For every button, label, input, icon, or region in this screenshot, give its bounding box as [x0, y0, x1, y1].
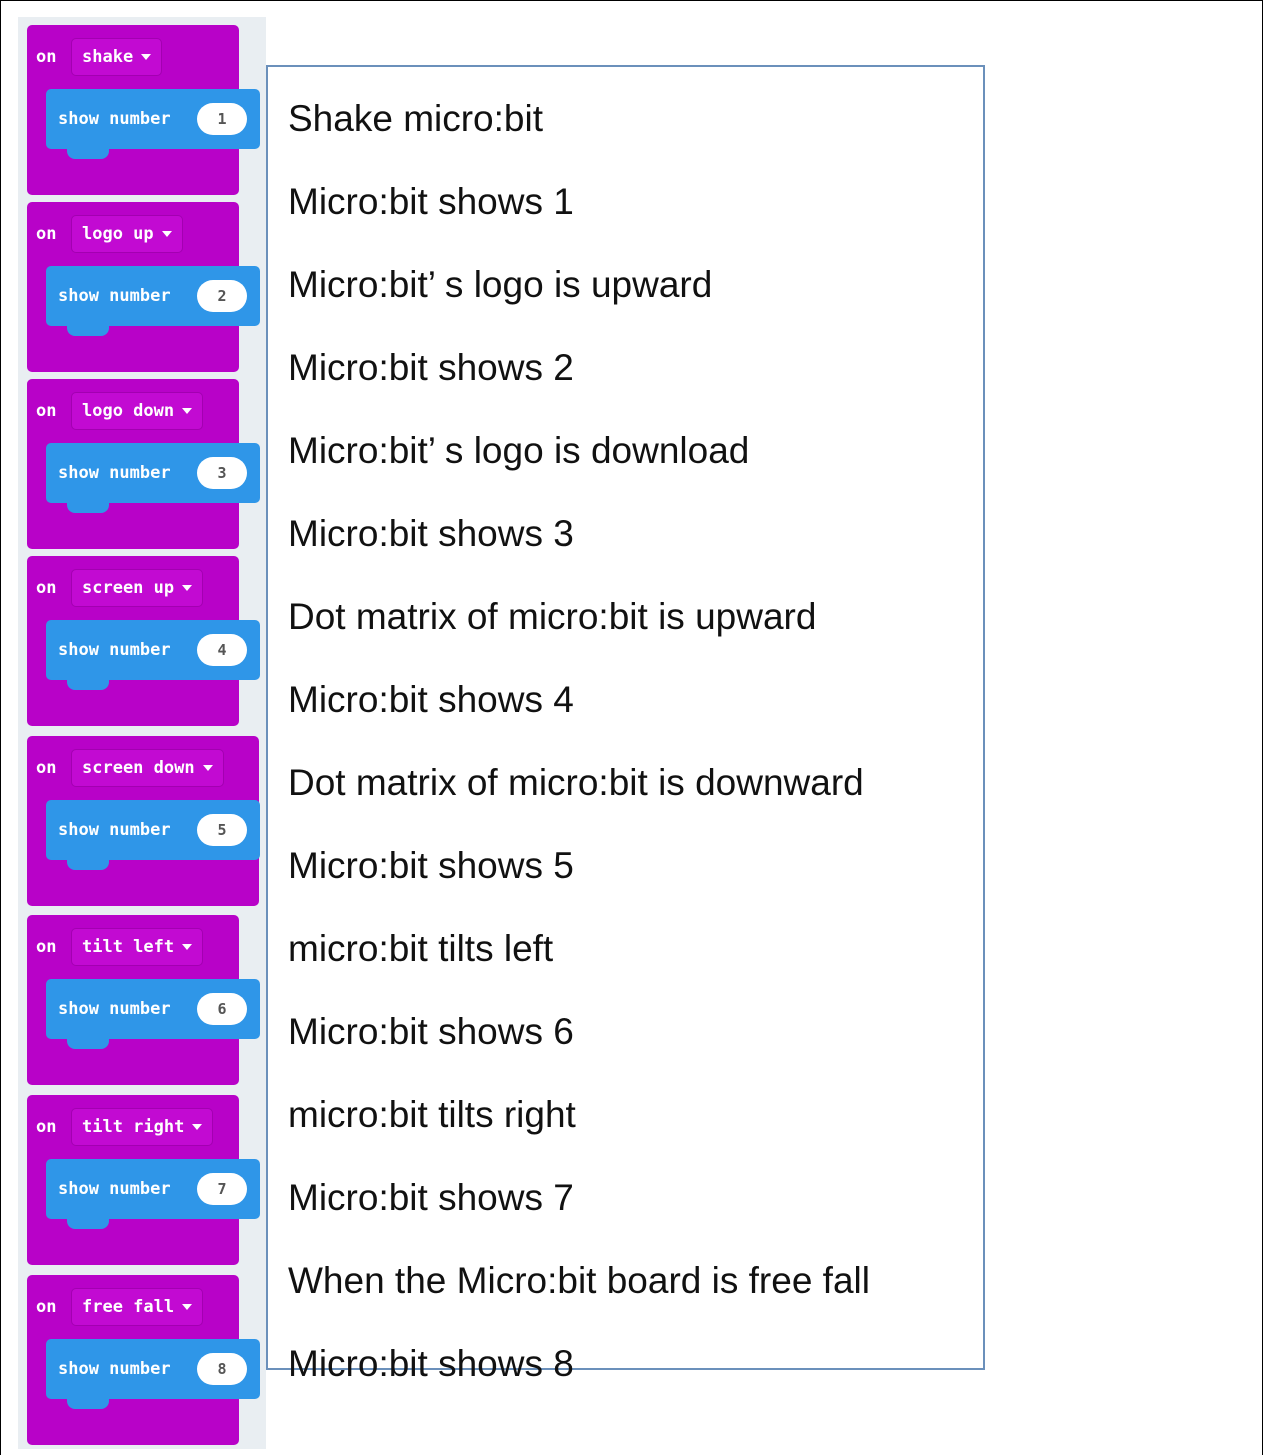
event-dropdown[interactable]: screen up [71, 569, 204, 607]
on-shake-block[interactable]: on shake show number 1 [27, 25, 260, 195]
number-input[interactable]: 1 [197, 103, 247, 135]
event-header: on screen up [27, 556, 239, 618]
on-label: on [36, 758, 57, 778]
show-number-block[interactable]: show number 5 [46, 800, 260, 870]
event-header: on logo down [27, 379, 239, 441]
number-input[interactable]: 2 [197, 280, 247, 312]
on-label: on [36, 937, 57, 957]
event-header: on shake [27, 25, 239, 87]
on-label: on [36, 1297, 57, 1317]
event-header: on free fall [27, 1275, 239, 1337]
event-dropdown[interactable]: logo down [71, 392, 204, 430]
show-number-label: show number [58, 109, 171, 129]
show-number-label: show number [58, 1179, 171, 1199]
show-number-block[interactable]: show number 6 [46, 979, 260, 1049]
step-line: Micro:bit’ s logo is upward [288, 264, 713, 305]
on-screen-down-block[interactable]: on screen down show number 5 [27, 736, 260, 906]
on-label: on [36, 47, 57, 67]
show-number-block[interactable]: show number 1 [46, 89, 260, 159]
on-label: on [36, 401, 57, 421]
dropdown-caret-icon [182, 585, 193, 591]
event-name: free fall [82, 1297, 175, 1317]
steps-description-box: Shake micro:bit Micro:bit shows 1 Micro:… [266, 65, 985, 1384]
step-line: Micro:bit shows 7 [288, 1177, 574, 1218]
event-name: tilt left [82, 937, 175, 957]
event-dropdown[interactable]: tilt left [71, 928, 204, 966]
on-tilt-left-block[interactable]: on tilt left show number 6 [27, 915, 260, 1085]
event-name: screen down [82, 758, 195, 778]
step-line: Micro:bit shows 5 [288, 845, 574, 886]
step-line: Micro:bit’ s logo is download [288, 430, 750, 471]
event-dropdown[interactable]: screen down [71, 749, 224, 787]
on-label: on [36, 1117, 57, 1137]
event-dropdown[interactable]: logo up [71, 215, 183, 253]
number-input[interactable]: 7 [197, 1173, 247, 1205]
step-line: Micro:bit shows 4 [288, 679, 574, 720]
on-free-fall-block[interactable]: on free fall show number 8 [27, 1275, 260, 1445]
event-name: tilt right [82, 1117, 185, 1137]
event-name: screen up [82, 578, 175, 598]
on-tilt-right-block[interactable]: on tilt right show number 7 [27, 1095, 260, 1265]
on-screen-up-block[interactable]: on screen up show number 4 [27, 556, 260, 726]
event-name: logo up [82, 224, 154, 244]
event-name: shake [82, 47, 134, 67]
steps-list: Shake micro:bit Micro:bit shows 1 Micro:… [288, 97, 870, 1425]
show-number-label: show number [58, 1359, 171, 1379]
show-number-label: show number [58, 999, 171, 1019]
show-number-block[interactable]: show number 3 [46, 443, 260, 513]
event-dropdown[interactable]: shake [71, 38, 163, 76]
step-line: Micro:bit shows 2 [288, 347, 574, 388]
number-input[interactable]: 3 [197, 457, 247, 489]
dropdown-caret-icon [202, 765, 213, 771]
on-label: on [36, 578, 57, 598]
event-header: on screen down [27, 736, 259, 798]
event-dropdown[interactable]: free fall [71, 1288, 204, 1326]
dropdown-caret-icon [161, 231, 172, 237]
number-input[interactable]: 5 [197, 814, 247, 846]
step-line: Dot matrix of micro:bit is upward [288, 596, 817, 637]
step-line: When the Micro:bit board is free fall [288, 1260, 870, 1301]
step-line: Micro:bit shows 3 [288, 513, 574, 554]
event-dropdown[interactable]: tilt right [71, 1108, 214, 1146]
number-input[interactable]: 6 [197, 993, 247, 1025]
step-line: micro:bit tilts left [288, 928, 554, 969]
step-line: Dot matrix of micro:bit is downward [288, 762, 864, 803]
on-logo-down-block[interactable]: on logo down show number 3 [27, 379, 260, 549]
dropdown-caret-icon [182, 944, 193, 950]
dropdown-caret-icon [182, 1304, 193, 1310]
dropdown-caret-icon [192, 1124, 203, 1130]
step-line: Micro:bit shows 8 [288, 1343, 574, 1384]
show-number-block[interactable]: show number 8 [46, 1339, 260, 1409]
show-number-label: show number [58, 820, 171, 840]
on-label: on [36, 224, 57, 244]
step-line: Shake micro:bit [288, 98, 543, 139]
event-header: on tilt right [27, 1095, 239, 1157]
number-input[interactable]: 4 [197, 634, 247, 666]
event-header: on tilt left [27, 915, 239, 977]
event-header: on logo up [27, 202, 239, 264]
dropdown-caret-icon [182, 408, 193, 414]
show-number-block[interactable]: show number 2 [46, 266, 260, 336]
show-number-label: show number [58, 463, 171, 483]
show-number-block[interactable]: show number 7 [46, 1159, 260, 1229]
number-input[interactable]: 8 [197, 1353, 247, 1385]
on-logo-up-block[interactable]: on logo up show number 2 [27, 202, 260, 372]
step-line: Micro:bit shows 6 [288, 1011, 574, 1052]
show-number-label: show number [58, 286, 171, 306]
step-line: micro:bit tilts right [288, 1094, 576, 1135]
event-name: logo down [82, 401, 175, 421]
show-number-label: show number [58, 640, 171, 660]
show-number-block[interactable]: show number 4 [46, 620, 260, 690]
dropdown-caret-icon [141, 54, 152, 60]
step-line: Micro:bit shows 1 [288, 181, 574, 222]
